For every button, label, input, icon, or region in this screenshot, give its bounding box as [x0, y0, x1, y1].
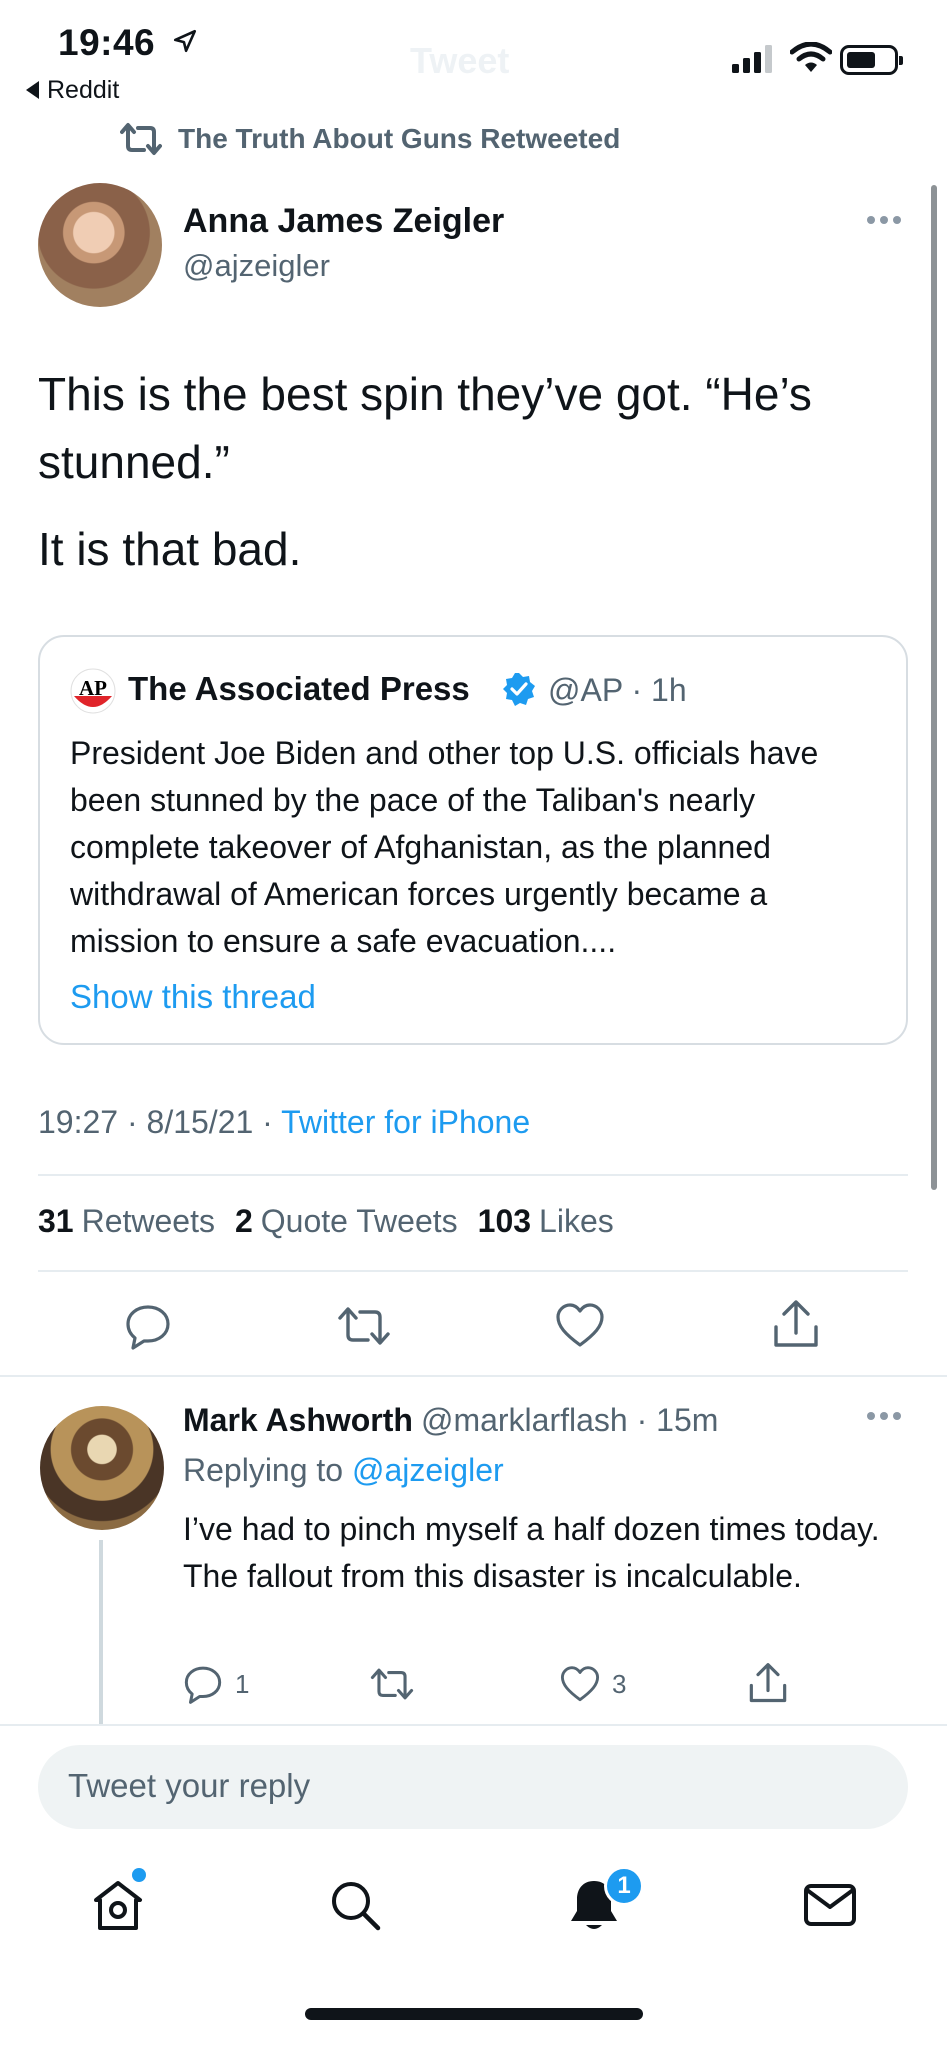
reply-reply-button[interactable]: 1	[183, 1664, 249, 1704]
status-time: 19:46	[58, 22, 156, 63]
tweet-source-link[interactable]: Twitter for iPhone	[281, 1104, 530, 1140]
divider	[0, 1375, 947, 1377]
tab-home[interactable]	[86, 1873, 150, 1937]
likes-stat[interactable]: 103 Likes	[478, 1203, 614, 1240]
heart-icon	[556, 1303, 604, 1347]
notifications-badge: 1	[604, 1866, 644, 1906]
retweet-button[interactable]	[334, 1298, 394, 1354]
like-count: 3	[612, 1669, 627, 1699]
reply-text: I’ve had to pinch myself a half dozen ti…	[183, 1511, 880, 1594]
reply-share-button[interactable]	[748, 1662, 788, 1704]
reply-author-avatar[interactable]	[40, 1406, 164, 1530]
author-avatar[interactable]	[38, 183, 162, 307]
reply-author-name[interactable]: Mark Ashworth	[183, 1402, 413, 1438]
more-options-icon[interactable]	[866, 214, 902, 226]
wifi-icon	[790, 42, 832, 72]
divider	[38, 1174, 908, 1176]
tweet-stats: 31 Retweets 2 Quote Tweets 103 Likes	[38, 1203, 614, 1240]
reply-more-options-icon[interactable]	[866, 1410, 902, 1422]
reply-header: Mark Ashworth @marklarflash · 15m	[183, 1402, 719, 1438]
tweet-timestamp: 19:27 · 8/15/21 · Twitter for iPhone	[38, 1104, 531, 1140]
share-icon	[774, 1300, 818, 1347]
retweets-stat[interactable]: 31 Retweets	[38, 1203, 215, 1240]
reply-input-placeholder: Tweet your reply	[68, 1767, 311, 1804]
back-triangle-icon	[26, 81, 39, 99]
reply-icon	[126, 1305, 170, 1350]
reply-count: 1	[235, 1668, 250, 1699]
divider	[0, 1724, 947, 1726]
share-button[interactable]	[766, 1296, 826, 1352]
share-icon	[749, 1663, 787, 1703]
replying-to-handle[interactable]: @ajzeigler	[352, 1452, 504, 1488]
retweet-context[interactable]: The Truth About Guns Retweeted	[120, 122, 620, 156]
reply-button[interactable]	[118, 1298, 178, 1354]
verified-badge-icon	[503, 673, 535, 706]
faded-nav-title: Tweet	[410, 40, 510, 81]
tweet-text: This is the best spin they’ve got. “He’s…	[38, 368, 812, 488]
scrollbar[interactable]	[931, 185, 937, 1190]
author-handle[interactable]: @ajzeigler	[183, 248, 330, 284]
retweet-icon	[120, 123, 162, 155]
quoted-text: President Joe Biden and other top U.S. o…	[70, 735, 819, 959]
home-icon	[94, 1881, 142, 1930]
quoted-meta: @AP · 1h	[548, 672, 687, 708]
home-unread-dot	[132, 1868, 146, 1882]
divider	[38, 1270, 908, 1272]
home-indicator[interactable]	[305, 2008, 643, 2020]
heart-icon	[560, 1666, 600, 1702]
ap-logo-icon: AP	[70, 668, 116, 714]
tab-messages[interactable]	[798, 1873, 862, 1937]
search-icon	[332, 1882, 381, 1931]
author-name[interactable]: Anna James Zeigler	[183, 202, 504, 241]
battery-icon	[840, 45, 903, 75]
tab-search[interactable]	[323, 1873, 387, 1937]
svg-text:AP: AP	[79, 676, 107, 700]
tweet-text-line-2: It is that bad.	[38, 523, 302, 575]
mail-icon	[804, 1884, 856, 1926]
reply-retweet-button[interactable]	[370, 1666, 414, 1702]
replying-to: Replying to @ajzeigler	[183, 1452, 504, 1488]
thread-connector	[99, 1540, 103, 1725]
location-arrow-icon	[173, 29, 197, 53]
reply-like-button[interactable]: 3	[560, 1666, 626, 1703]
reply-icon	[184, 1666, 222, 1704]
show-thread-link[interactable]: Show this thread	[70, 978, 316, 1016]
like-button[interactable]	[550, 1298, 610, 1354]
quoted-author-name[interactable]: The Associated Press	[128, 670, 470, 708]
back-to-app-button[interactable]: Reddit	[26, 76, 119, 105]
retweet-icon	[338, 1307, 390, 1345]
retweet-icon	[370, 1668, 414, 1700]
quote-tweets-stat[interactable]: 2 Quote Tweets	[235, 1203, 458, 1240]
cellular-signal-icon	[732, 45, 772, 73]
